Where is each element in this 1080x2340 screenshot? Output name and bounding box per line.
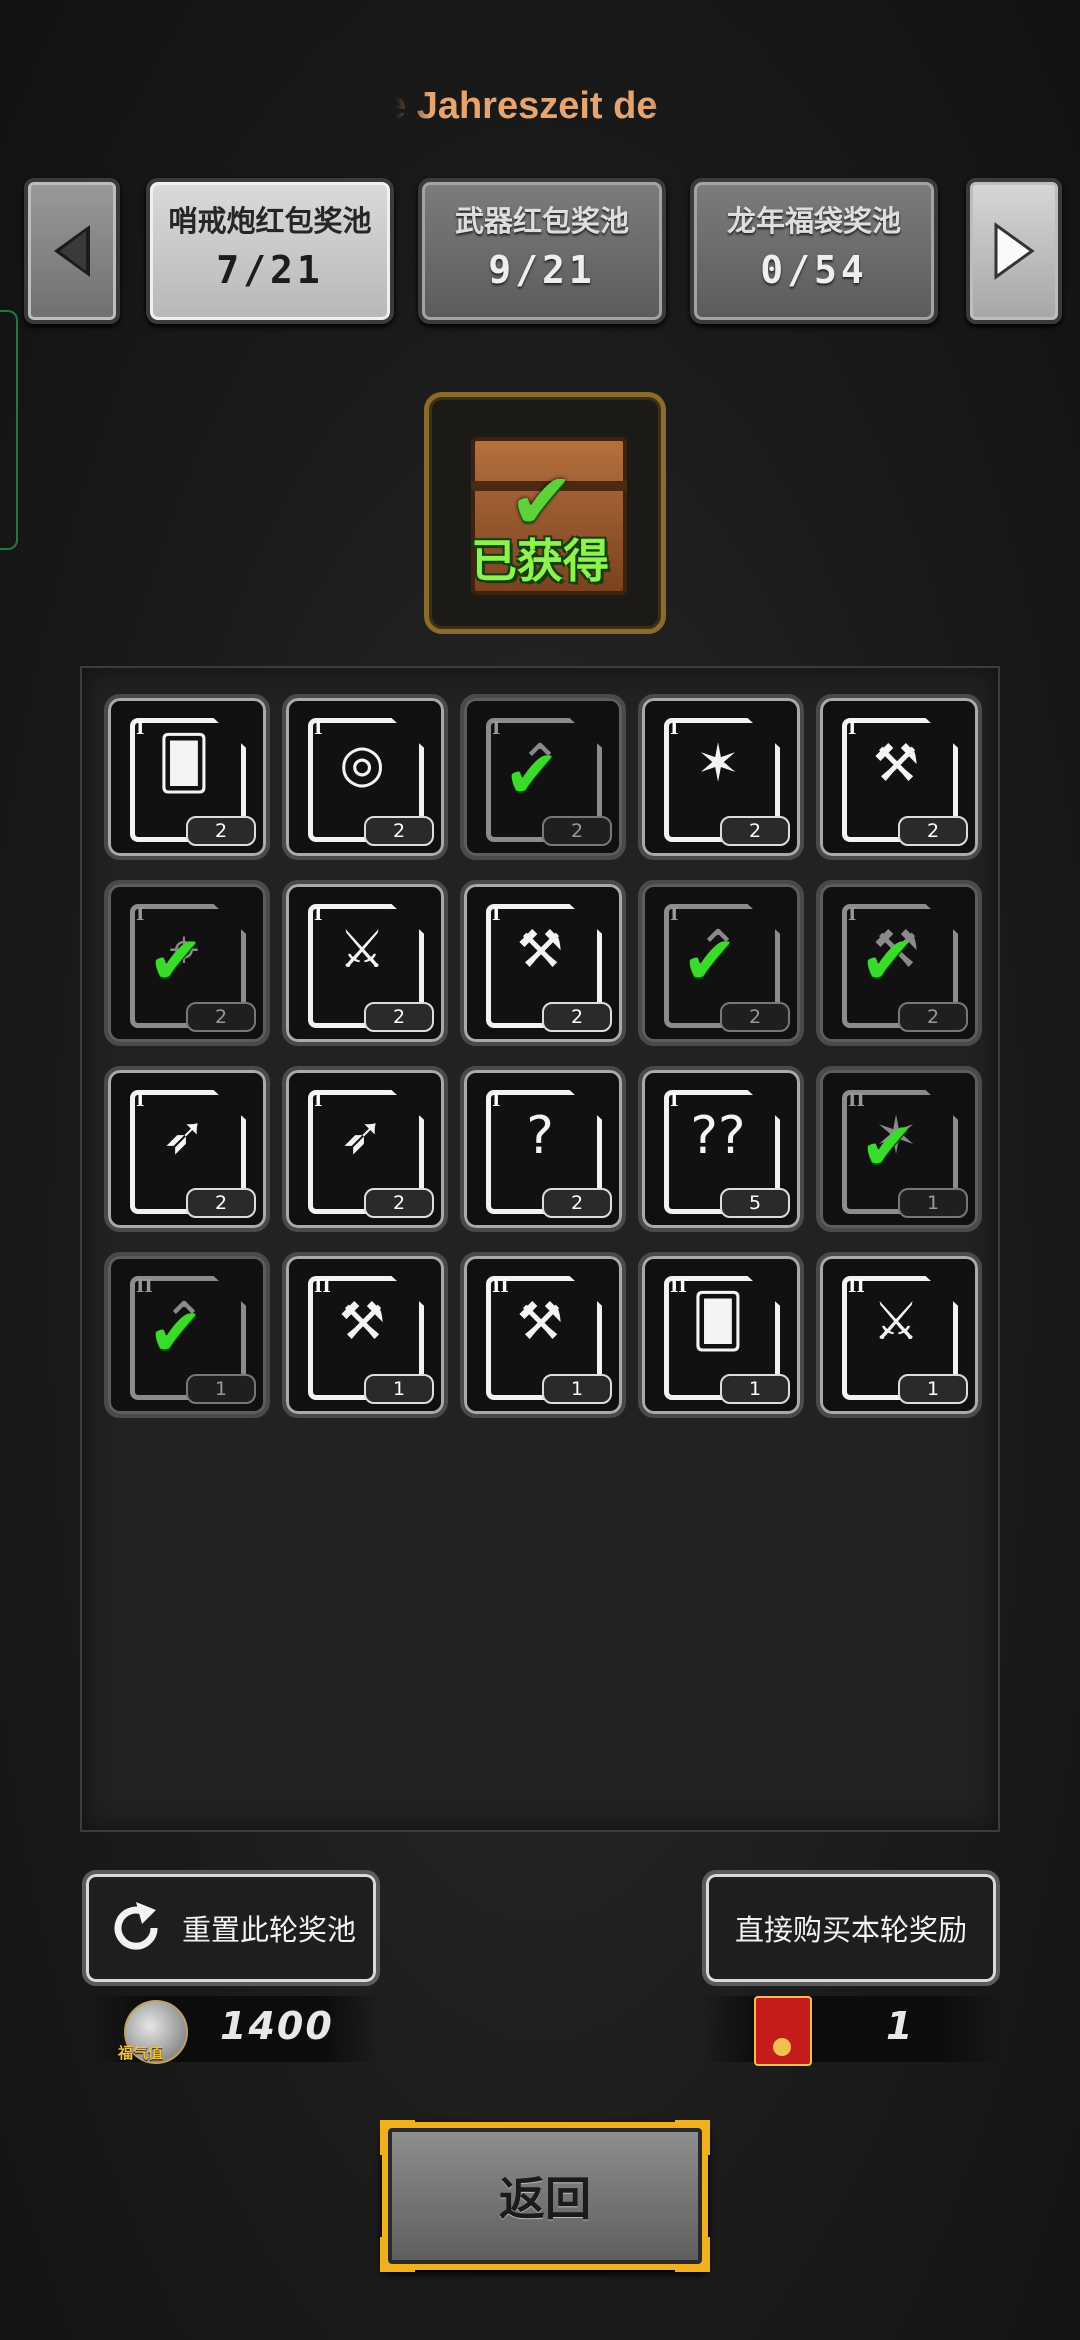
- maple-leaf-icon: ✶: [696, 734, 740, 794]
- reward-quantity: 1: [186, 1374, 256, 1404]
- reward-slot[interactable]: I ✶ 2: [638, 694, 804, 860]
- reward-slot[interactable]: I ⚒ 2: [460, 880, 626, 1046]
- mystery-icon: ?: [526, 1106, 554, 1166]
- envelope-currency: 1: [700, 1996, 1000, 2066]
- reward-quantity: 2: [542, 1002, 612, 1032]
- target-icon: ◎: [339, 734, 385, 794]
- reward-quantity: 2: [186, 816, 256, 846]
- frame-corner: [380, 2237, 415, 2272]
- reward-slot[interactable]: II 🂠 1: [638, 1252, 804, 1418]
- checkmark-icon: ✔: [682, 922, 738, 999]
- hammer-wing-icon: ⚒: [516, 1292, 564, 1352]
- buy-rewards-label: 直接购买本轮奖励: [734, 1913, 967, 1947]
- reward-slot[interactable]: I ⌃ ✔ 2: [638, 880, 804, 1046]
- reward-slot[interactable]: II ✶ ✔ 1: [816, 1066, 982, 1232]
- reward-quantity: 2: [186, 1188, 256, 1218]
- reward-slot[interactable]: I ⌃ ✔ 2: [460, 694, 626, 860]
- pool-name: 武器红包奖池: [454, 204, 629, 238]
- reward-grid-panel: I 🂠 2 I ◎ 2 I ⌃ ✔ 2 I ✶ 2 I ⚒ 2 I ⌖ ✔ 2 I ⚔ 2 I ⚒ 2 I ⌃ ✔ 2 I ⚒ ✔ 2 I ➶ 2 I ➶ 2…: [80, 666, 1000, 1832]
- reward-quantity: 1: [720, 1374, 790, 1404]
- reward-quantity: 1: [898, 1188, 968, 1218]
- frame-corner: [675, 2237, 710, 2272]
- reward-quantity: 2: [186, 1002, 256, 1032]
- double-mystery-icon: ??: [690, 1106, 746, 1166]
- reward-quantity: 1: [542, 1374, 612, 1404]
- reward-slot[interactable]: II ⌃ ✔ 1: [104, 1252, 270, 1418]
- bow-target-icon: ➶: [162, 1106, 206, 1166]
- pool-count: 0/54: [760, 248, 868, 292]
- reward-quantity: 2: [364, 816, 434, 846]
- checkmark-icon: ✔: [860, 1108, 916, 1185]
- prev-pool-button[interactable]: [24, 178, 120, 324]
- buy-rewards-button[interactable]: 直接购买本轮奖励: [702, 1870, 1000, 1986]
- back-label: 返回: [499, 2172, 591, 2226]
- reward-quantity: 2: [364, 1002, 434, 1032]
- reward-quantity: 2: [720, 816, 790, 846]
- hammer-wing-icon: ⚒: [516, 920, 564, 980]
- checkmark-icon: ✔: [860, 922, 916, 999]
- pool-count: 9/21: [488, 248, 596, 292]
- frame-corner: [675, 2120, 710, 2155]
- reward-slot[interactable]: II ⚒ 1: [282, 1252, 448, 1418]
- reward-quantity: 2: [364, 1188, 434, 1218]
- event-title: e Jahreszeit de: [395, 85, 685, 135]
- pool-name: 哨戒炮红包奖池: [168, 204, 372, 238]
- reward-slot[interactable]: I ⌖ ✔ 2: [104, 880, 270, 1046]
- reward-quantity: 2: [542, 1188, 612, 1218]
- reward-quantity: 2: [898, 816, 968, 846]
- reward-quantity: 5: [720, 1188, 790, 1218]
- reward-quantity: 2: [720, 1002, 790, 1032]
- fortune-value: 1400: [220, 2004, 334, 2048]
- reward-quantity: 1: [898, 1374, 968, 1404]
- sword-icon: ⚔: [872, 1292, 920, 1352]
- frame-corner: [380, 2120, 415, 2155]
- reward-slot[interactable]: I ⚒ 2: [816, 694, 982, 860]
- side-edge-tab[interactable]: [0, 310, 18, 550]
- grand-prize-chest[interactable]: ✔ 已获得: [424, 392, 666, 634]
- reward-slot[interactable]: I ◎ 2: [282, 694, 448, 860]
- bow-wing-icon: ➶: [340, 1106, 384, 1166]
- pool-name: 龙年福袋奖池: [726, 204, 901, 238]
- fortune-currency: 福气值 1400: [90, 1996, 380, 2064]
- reward-slot[interactable]: II ⚒ 1: [460, 1252, 626, 1418]
- sword-icon: ⚔: [338, 920, 386, 980]
- cards-icon: 🂠: [691, 1292, 745, 1352]
- chevron-left-icon: [54, 225, 90, 277]
- next-pool-button[interactable]: [966, 178, 1062, 324]
- checkmark-icon: ✔: [148, 922, 204, 999]
- pool-tab-2[interactable]: 龙年福袋奖池 0/54: [690, 178, 938, 324]
- hammer-spark-icon: ⚒: [338, 1292, 386, 1352]
- envelope-value: 1: [886, 2004, 915, 2048]
- red-envelope-icon: [754, 1996, 812, 2066]
- reward-slot[interactable]: I 🂠 2: [104, 694, 270, 860]
- pool-tab-0[interactable]: 哨戒炮红包奖池 7/21: [146, 178, 394, 324]
- reward-slot[interactable]: I? 2: [460, 1066, 626, 1232]
- reward-quantity: 1: [364, 1374, 434, 1404]
- obtained-label: 已获得: [471, 534, 609, 588]
- back-button[interactable]: 返回: [380, 2120, 710, 2272]
- reward-slot[interactable]: II ⚔ 1: [816, 1252, 982, 1418]
- reward-quantity: 2: [898, 1002, 968, 1032]
- pool-tab-1[interactable]: 武器红包奖池 9/21: [418, 178, 666, 324]
- checkmark-icon: ✔: [148, 1294, 204, 1371]
- reset-pool-button[interactable]: 重置此轮奖池: [82, 1870, 380, 1986]
- chevron-right-icon: [994, 222, 1035, 280]
- reward-slot[interactable]: I ⚔ 2: [282, 880, 448, 1046]
- hammer-spark-icon: ⚒: [872, 734, 920, 794]
- reward-slot[interactable]: I ⚒ ✔ 2: [816, 880, 982, 1046]
- fortune-label: 福气值: [118, 2044, 164, 2062]
- reward-quantity: 2: [542, 816, 612, 846]
- event-title-text: e Jahreszeit de: [395, 85, 658, 127]
- refresh-icon: [114, 1902, 158, 1950]
- pool-count: 7/21: [216, 248, 324, 292]
- cards-icon: 🂠: [157, 734, 211, 794]
- checkmark-icon: ✔: [504, 736, 560, 813]
- reset-pool-label: 重置此轮奖池: [181, 1913, 356, 1947]
- reward-slot[interactable]: I ➶ 2: [282, 1066, 448, 1232]
- reward-slot[interactable]: I?? 5: [638, 1066, 804, 1232]
- reward-slot[interactable]: I ➶ 2: [104, 1066, 270, 1232]
